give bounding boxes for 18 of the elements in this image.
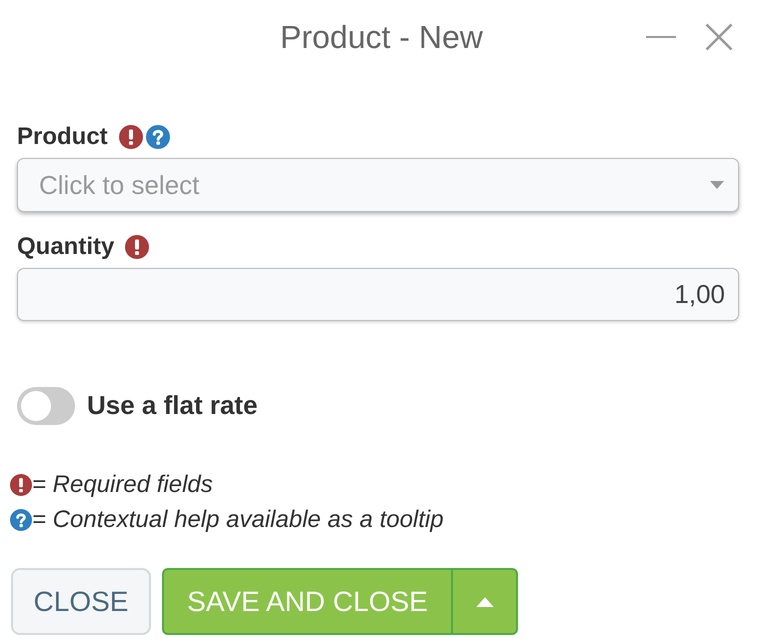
window-title: Product - New [280, 21, 483, 53]
legend-text: = Contextual help available as a tooltip [32, 504, 444, 534]
field-label: Product [17, 122, 108, 152]
field-label: Quantity [17, 232, 114, 262]
minimize-icon [646, 36, 676, 38]
toggle-switch[interactable] [17, 386, 75, 424]
quantity-input[interactable]: 1,00 [17, 268, 739, 321]
toggle-label: Use a flat rate [87, 389, 258, 422]
close-button[interactable] [703, 21, 735, 53]
caret-up-icon [476, 596, 494, 606]
exclamation-circle-icon [10, 474, 32, 496]
close-icon [705, 23, 733, 51]
legend-text: = Required fields [32, 470, 213, 500]
select-field[interactable]: Click to select [17, 158, 739, 212]
help-icon [10, 508, 32, 530]
caret-down-icon [710, 181, 724, 189]
dropdown-button[interactable] [451, 568, 518, 635]
close-button[interactable]: CLOSE [11, 568, 151, 635]
